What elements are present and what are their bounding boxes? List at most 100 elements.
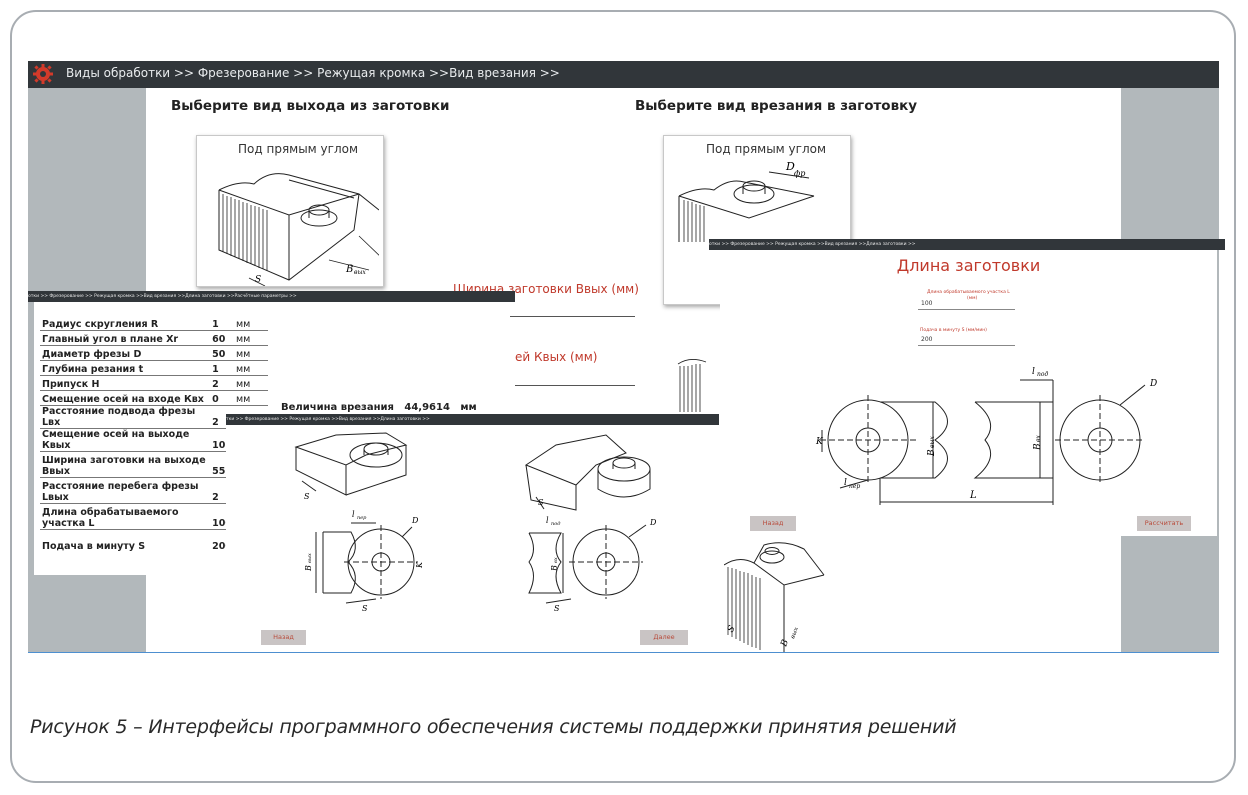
param-unit: мм [234, 316, 268, 331]
exit-option-card-right-angle[interactable]: Под прямым углом Bвых S [196, 135, 384, 287]
svg-text:вых: вых [354, 269, 366, 276]
main-bottom-line [28, 652, 1219, 653]
svg-text:S: S [554, 604, 560, 613]
length-scheme-drawing-icon: l под l пер D K Bвых Bвх L [815, 367, 1157, 505]
scheme-breadcrumb[interactable]: тки >> Фрезерование >> Режущая кромка >>… [226, 417, 430, 422]
param-row: Глубина резания t 1 мм [40, 360, 268, 376]
param-label: Подача в минуту S [42, 541, 146, 552]
figure-caption: Рисунок 5 – Интерфейсы программного обес… [30, 716, 957, 738]
exit-type-title: Выберите вид выхода из заготовки [171, 98, 450, 114]
svg-text:S: S [304, 492, 310, 501]
param-label: Ширина заготовки на выходе Ввых [40, 451, 211, 478]
offset-out-label: ей Квых (мм) [515, 350, 598, 364]
main-navbar: Виды обработки >> Фрезерование >> Режуща… [28, 61, 1219, 88]
param-value: 1 [210, 316, 234, 331]
main-breadcrumb[interactable]: Виды обработки >> Фрезерование >> Режуща… [66, 66, 560, 80]
param-value: 1 [210, 360, 234, 376]
workpiece-exit-drawing-icon: Bвых S [218, 173, 379, 286]
length-field-value[interactable]: 100 [921, 300, 932, 307]
svg-text:K: K [815, 437, 824, 447]
param-label: Диаметр фрезы D [40, 345, 211, 361]
svg-text:B: B [345, 264, 353, 275]
svg-text:L: L [969, 490, 977, 501]
svg-text:B: B [927, 449, 937, 457]
svg-text:B: B [550, 565, 559, 572]
length-breadcrumb[interactable]: отки >> Фрезерование >> Режущая кромка >… [709, 242, 916, 247]
scheme-panel: S l пер D Bвых K S S l под D Bвх S Назад Д… [226, 425, 719, 652]
param-row: Смещение осей на входе Квх 0 мм [40, 390, 268, 406]
param-label: Расстояние перебега фрезы Lвых [40, 477, 211, 504]
exit-option-card-2-drawing-icon: S B вых [724, 542, 825, 652]
length-field-label: Длина обрабатываемого участка L [927, 290, 1010, 295]
svg-text:l: l [1032, 367, 1035, 377]
svg-text:D: D [649, 518, 657, 527]
svg-text:вых: вых [307, 553, 313, 563]
scheme-drawings-icon: S l пер D Bвых K S S l под D Bвх S [294, 432, 657, 613]
svg-text:вх: вх [1035, 435, 1042, 442]
svg-text:B: B [1033, 443, 1043, 451]
svg-text:S: S [538, 498, 544, 507]
svg-text:D: D [1149, 379, 1157, 389]
param-row: Главный угол в плане Хr 60 мм [40, 330, 268, 346]
entry-type-title: Выберите вид врезания в заготовку [635, 98, 918, 114]
params-navbar: отки >> Фрезерование >> Режущая кромка >… [28, 291, 515, 302]
svg-text:B: B [304, 565, 313, 572]
param-value: 50 [210, 345, 234, 361]
svg-text:вых: вых [789, 626, 800, 640]
svg-text:D: D [411, 516, 419, 525]
scheme-next-button[interactable]: Далее [640, 630, 688, 645]
feed-field-value[interactable]: 200 [921, 336, 932, 343]
scheme-back-button[interactable]: Назад [261, 630, 306, 645]
param-label: Радиус скругления R [40, 316, 211, 331]
param-row: Радиус скругления R 1 мм [40, 316, 268, 331]
param-unit: мм [234, 345, 268, 361]
svg-text:S: S [255, 275, 261, 285]
offset-out-input-line[interactable] [515, 385, 635, 386]
param-label: Смещение осей на входе Квх [40, 390, 211, 406]
length-back-button[interactable]: Назад [750, 516, 796, 531]
param-label: Глубина резания t [40, 360, 211, 376]
param-label: Длина обрабатываемого участка L [40, 503, 211, 530]
param-value: 0 [210, 390, 234, 406]
length-field-line[interactable] [918, 309, 1015, 310]
param-unit: мм [234, 360, 268, 376]
cut-in-result-label: Величина врезания [281, 402, 394, 413]
param-label: Главный угол в плане Хr [40, 330, 211, 346]
param-value: 2 [210, 375, 234, 391]
param-unit: мм [234, 375, 268, 391]
entry-option-card-2-drawing-icon [677, 359, 707, 412]
length-navbar: отки >> Фрезерование >> Режущая кромка >… [709, 239, 1225, 250]
scheme-navbar: тки >> Фрезерование >> Режущая кромка >>… [226, 414, 719, 425]
svg-text:S: S [362, 604, 368, 613]
calculate-button[interactable]: Рассчитать [1137, 516, 1191, 531]
svg-text:вх: вх [553, 557, 559, 563]
svg-text:l: l [844, 478, 847, 488]
svg-text:под: под [551, 521, 560, 527]
cut-in-result-value: 44,9614 [404, 402, 450, 413]
svg-text:пер: пер [849, 483, 860, 490]
workpiece-entry-drawing-icon: Dфр [678, 160, 815, 242]
param-row: Диаметр фрезы D 50 мм [40, 345, 268, 361]
svg-text:фр: фр [794, 169, 805, 178]
params-breadcrumb[interactable]: отки >> Фрезерование >> Режущая кромка >… [28, 294, 297, 299]
param-unit: мм [234, 330, 268, 346]
length-field-unit: (мм) [967, 296, 978, 301]
svg-text:под: под [1037, 371, 1048, 378]
feed-field-line[interactable] [918, 345, 1015, 346]
gear-logo-icon [33, 64, 53, 84]
param-label: Припуск Н [40, 375, 211, 391]
exit-option-label: Под прямым углом [238, 142, 359, 156]
entry-option-label: Под прямым углом [706, 142, 827, 156]
svg-text:l: l [546, 516, 549, 525]
svg-text:l: l [352, 510, 355, 519]
svg-text:пер: пер [357, 515, 367, 521]
param-value: 60 [210, 330, 234, 346]
param-label: Расстояние подвода фрезы Lвх [40, 405, 211, 429]
param-label: Смещение осей на выходе Квых [40, 428, 211, 452]
length-panel: Длина заготовки Длина обрабатываемого уч… [720, 250, 1217, 536]
feed-field-label: Подача в минуту S (мм/мин) [920, 328, 987, 333]
param-unit: мм [234, 390, 268, 406]
cut-in-result-unit: мм [460, 402, 477, 413]
svg-text:K: K [415, 561, 424, 569]
cut-in-result: Величина врезания 44,9614 мм [281, 402, 477, 413]
